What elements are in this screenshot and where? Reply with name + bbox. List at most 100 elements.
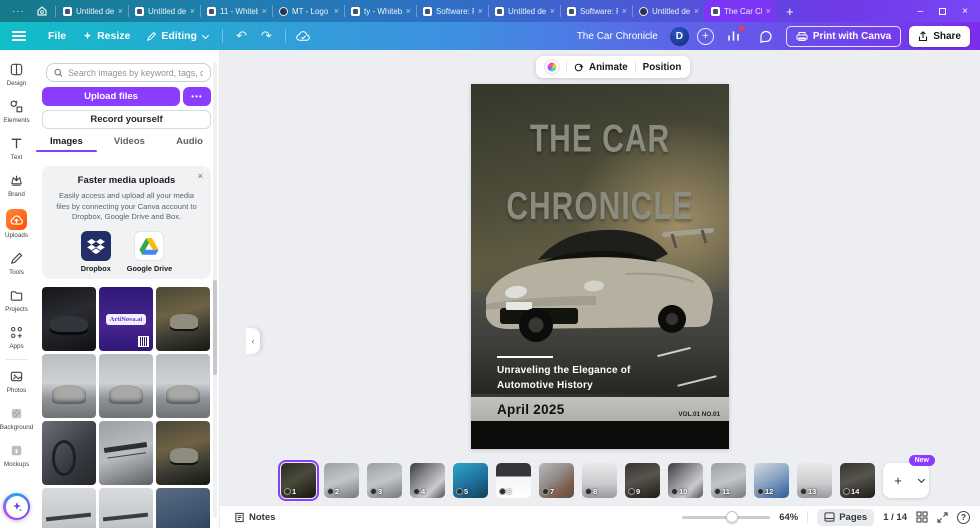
tab-close-icon[interactable]: × — [766, 6, 771, 16]
sidebar-item-apps[interactable]: Apps — [0, 319, 33, 356]
scrollbar-thumb[interactable] — [213, 280, 217, 375]
upload-photo-dark-showroom-car[interactable] — [42, 287, 96, 351]
add-page-button[interactable]: + — [883, 473, 913, 488]
page-thumbnail-1[interactable]: 1 — [278, 460, 319, 501]
page-thumbnail-8[interactable]: 8 — [582, 463, 617, 498]
position-button[interactable]: Position — [643, 62, 682, 73]
tab-close-icon[interactable]: × — [190, 6, 195, 16]
sidebar-item-elements[interactable]: Elements — [0, 93, 33, 130]
tab-close-icon[interactable]: × — [406, 6, 411, 16]
pages-view-button[interactable]: Pages — [817, 508, 875, 526]
upload-photo-body-dark[interactable] — [156, 488, 210, 528]
tab-close-icon[interactable]: × — [478, 6, 483, 16]
page-thumbnail-3[interactable]: 3 — [367, 463, 402, 498]
comments-button[interactable] — [754, 25, 778, 47]
upload-photo-parking-car-front[interactable] — [42, 354, 96, 418]
grid-view-button[interactable] — [916, 511, 928, 523]
zoom-slider[interactable] — [682, 510, 771, 523]
browser-menu-icon[interactable]: ··· — [0, 6, 35, 17]
document-title[interactable]: The Car Chronicle — [577, 31, 658, 42]
upload-photo-tunnel-car[interactable] — [156, 421, 210, 485]
upload-artinova-promo[interactable]: ArtiNova.ai — [99, 287, 153, 351]
media-tab-videos[interactable]: Videos — [114, 136, 145, 152]
browser-tab-9[interactable]: Untitled des... × — [632, 0, 704, 22]
close-card-icon[interactable]: × — [198, 171, 203, 181]
sidebar-item-photos[interactable]: Photos — [0, 363, 33, 400]
sidebar-item-mockups[interactable]: Mockups — [0, 437, 33, 474]
tab-close-icon[interactable]: × — [550, 6, 555, 16]
animate-button[interactable]: Animate — [574, 62, 628, 73]
help-button[interactable]: ? — [957, 510, 970, 524]
avatar[interactable]: D — [669, 26, 689, 46]
sidebar-item-tools[interactable]: Tools — [0, 245, 33, 282]
browser-tab-6[interactable]: Software: Fo... × — [416, 0, 488, 22]
tab-close-icon[interactable]: × — [118, 6, 123, 16]
page-thumbnail-10[interactable]: 10 — [668, 463, 703, 498]
connect-dropbox[interactable]: Dropbox — [80, 230, 111, 273]
upload-photo-parking-car-rear[interactable] — [99, 354, 153, 418]
upload-photo-tunnel-car-rear[interactable] — [156, 287, 210, 351]
browser-tab-8[interactable]: Software: Fo... × — [560, 0, 632, 22]
tab-close-icon[interactable]: × — [262, 6, 267, 16]
cover-subtitle[interactable]: Unraveling the Elegance of Automotive Hi… — [497, 364, 631, 393]
media-tab-images[interactable]: Images — [36, 136, 97, 152]
page-thumbnail-13[interactable]: 13 — [797, 463, 832, 498]
insights-button[interactable] — [722, 25, 746, 47]
sidebar-item-design[interactable]: Design — [0, 56, 33, 93]
browser-tab-2[interactable]: Untitled des... × — [128, 0, 200, 22]
panel-scrollbar[interactable] — [213, 62, 217, 518]
search-input[interactable] — [68, 67, 203, 78]
design-page-cover[interactable]: THE CAR CHRONICLE Unraveling the Eleganc… — [471, 84, 729, 449]
upload-files-button[interactable]: Upload files — [42, 87, 180, 106]
cloud-save-status-icon[interactable] — [292, 25, 316, 47]
browser-tab-10[interactable]: The Car Chr... × — [704, 0, 776, 22]
redo-button[interactable]: ↷ — [254, 29, 279, 44]
upload-photo-wing-light-2[interactable] — [99, 488, 153, 528]
browser-tab-7[interactable]: Untitled des... × — [488, 0, 560, 22]
cover-date[interactable]: April 2025 — [497, 402, 565, 417]
magic-ai-button[interactable] — [3, 493, 30, 520]
zoom-level[interactable]: 64% — [779, 512, 798, 523]
page-thumbnail-7[interactable]: 7 — [539, 463, 574, 498]
add-page-dropdown[interactable] — [913, 475, 929, 484]
tab-close-icon[interactable]: × — [694, 6, 699, 16]
file-menu-button[interactable]: File — [40, 26, 74, 46]
tab-close-icon[interactable]: × — [334, 6, 339, 16]
porsche-car-image[interactable] — [476, 212, 724, 342]
collapse-panel-button[interactable]: ‹ — [246, 328, 260, 354]
cover-volume[interactable]: VOL.01 NO.01 — [678, 411, 720, 418]
new-tab-button[interactable]: + — [776, 4, 804, 19]
resize-button[interactable]: Resize — [74, 26, 138, 46]
connect-google-drive[interactable]: Google Drive — [127, 230, 172, 273]
page-thumbnail-12[interactable]: 12 — [754, 463, 789, 498]
browser-tab-4[interactable]: MT - Logo × — [272, 0, 344, 22]
sidebar-item-brand[interactable]: Brand — [0, 167, 33, 204]
page-thumbnail-11[interactable]: 11 — [711, 463, 746, 498]
page-thumbnail-5[interactable]: 5 — [453, 463, 488, 498]
undo-button[interactable]: ↶ — [229, 29, 254, 44]
page-thumbnail-6[interactable]: 6 — [496, 463, 531, 498]
upload-more-button[interactable]: ••• — [183, 87, 211, 106]
minimize-button[interactable]: – — [918, 6, 924, 17]
hamburger-menu-icon[interactable] — [12, 31, 26, 41]
zoom-slider-knob[interactable] — [726, 510, 739, 523]
sidebar-item-background[interactable]: Background — [0, 400, 33, 437]
tab-close-icon[interactable]: × — [622, 6, 627, 16]
close-window-button[interactable]: × — [962, 6, 968, 17]
color-wheel-icon[interactable] — [545, 60, 559, 74]
share-button[interactable]: Share — [909, 25, 970, 47]
media-tab-audio[interactable]: Audio — [176, 136, 203, 152]
add-member-button[interactable]: + — [696, 27, 714, 45]
upload-photo-wing-light[interactable] — [42, 488, 96, 528]
notes-button[interactable]: Notes — [234, 512, 275, 523]
fullscreen-button[interactable] — [937, 511, 948, 523]
upload-photo-car-interior[interactable] — [42, 421, 96, 485]
browser-tab-5[interactable]: ty - Whitebo... × — [344, 0, 416, 22]
sidebar-item-projects[interactable]: Projects — [0, 282, 33, 319]
record-yourself-button[interactable]: Record yourself — [42, 110, 211, 129]
print-with-canva-button[interactable]: Print with Canva — [785, 25, 902, 47]
upload-photo-rear-wing[interactable] — [99, 421, 153, 485]
page-thumbnail-9[interactable]: 9 — [625, 463, 660, 498]
page-thumbnail-14[interactable]: 14 — [840, 463, 875, 498]
sidebar-item-text[interactable]: Text — [0, 130, 33, 167]
